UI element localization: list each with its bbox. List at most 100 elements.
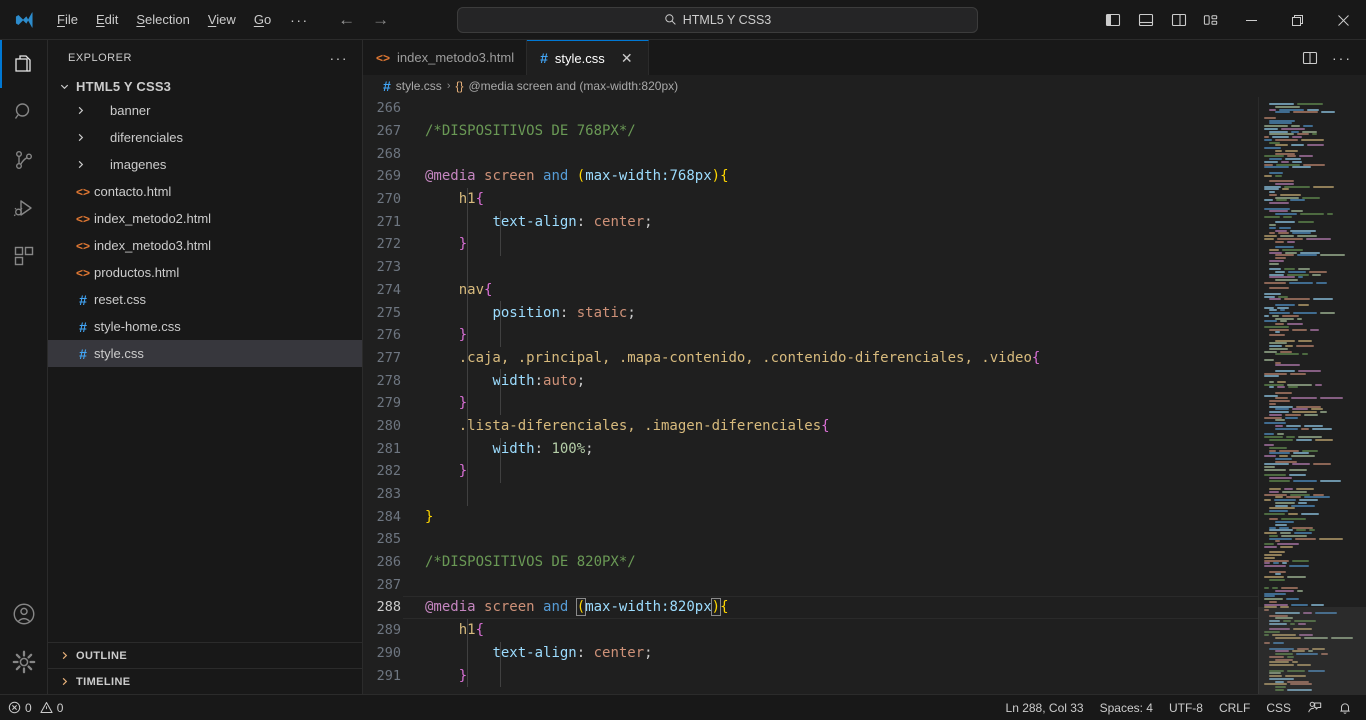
minimize-button[interactable] [1228,0,1274,40]
code-line[interactable]: 282 } [363,460,1258,483]
command-center-search[interactable]: HTML5 Y CSS3 [457,6,978,33]
code-editor[interactable]: 266 267 /*DISPOSITIVOS DE 768PX*/ 268 269 @me… [363,97,1258,694]
code-line[interactable]: 268 [363,142,1258,165]
minimap-line [1269,507,1295,510]
minimap-line [1269,309,1277,312]
tree-item-index-metodo3-html[interactable]: <> index_metodo3.html [48,232,362,259]
tree-item-style-home-css[interactable]: # style-home.css [48,313,362,340]
menu-go[interactable]: Go [245,8,280,31]
activity-manage-gear-icon[interactable] [0,638,48,686]
restore-button[interactable] [1274,0,1320,40]
menu-view[interactable]: View [199,8,245,31]
tree-item-imagenes[interactable]: imagenes [48,151,362,178]
code-line[interactable]: 287 [363,573,1258,596]
code-text: h1{ [459,191,485,208]
code-line[interactable]: 278 width:auto; [363,369,1258,392]
code-line[interactable]: 281 width: 100%; [363,437,1258,460]
minimap-line [1269,108,1276,111]
line-number: 266 [376,100,401,117]
tree-item-reset-css[interactable]: # reset.css [48,286,362,313]
minimap-line [1275,523,1287,526]
status-language-mode[interactable]: CSS [1258,697,1299,719]
status-eol[interactable]: CRLF [1211,697,1258,719]
activity-explorer[interactable] [0,40,48,88]
tree-item-index-metodo2-html[interactable]: <> index_metodo2.html [48,205,362,232]
line-number: 281 [376,440,401,457]
code-line[interactable]: 270 h1{ [363,188,1258,211]
tree-item-productos-html[interactable]: <> productos.html [48,259,362,286]
code-line[interactable]: 279 } [363,392,1258,415]
menu-selection[interactable]: Selection [127,8,198,31]
menu-file[interactable]: File [48,8,87,31]
code-line[interactable]: 267 /*DISPOSITIVOS DE 768PX*/ [363,120,1258,143]
status-indentation[interactable]: Spaces: 4 [1092,697,1161,719]
code-line[interactable]: 289 h1{ [363,619,1258,642]
code-line[interactable]: 284} [363,505,1258,528]
split-editor-icon[interactable] [1296,44,1324,72]
status-cursor-position[interactable]: Ln 288, Col 33 [998,697,1092,719]
line-number: 284 [376,508,401,525]
code-line[interactable]: 276 } [363,324,1258,347]
customize-layout-icon[interactable] [1195,3,1228,37]
breadcrumb-symbol[interactable]: @media screen and (max-width:820px) [469,79,679,93]
tab-style-css[interactable]: # style.css ✕ [527,40,649,75]
code-line[interactable]: 285 [363,528,1258,551]
code-line[interactable]: 272 } [363,233,1258,256]
status-feedback[interactable] [1299,697,1330,719]
status-notifications[interactable] [1330,697,1360,719]
code-line[interactable]: 266 [363,97,1258,120]
sidebar-more-actions[interactable]: ··· [324,50,355,66]
close-button[interactable] [1320,0,1366,40]
activity-source-control[interactable] [0,136,48,184]
minimap-line [1291,603,1308,606]
code-line[interactable]: 274 nav{ [363,279,1258,302]
minimap[interactable] [1258,97,1366,694]
code-line[interactable]: 291 } [363,664,1258,687]
minimap-slider[interactable] [1258,607,1366,694]
minimap-line [1281,587,1298,589]
code-text: } [458,667,468,684]
go-forward-button[interactable]: → [371,10,391,30]
minimap-line [1304,496,1330,499]
minimap-line [1275,460,1297,463]
code-line[interactable]: 275 position: static; [363,301,1258,324]
code-line[interactable]: 280 .lista-diferenciales, .imagen-difere… [363,415,1258,438]
menu-overflow-button[interactable]: ··· [280,10,319,30]
toggle-primary-sidebar-icon[interactable] [1096,3,1129,37]
sidebar-section-outline[interactable]: OUTLINE [48,642,362,668]
breadcrumb-file[interactable]: style.css [396,79,442,93]
activity-extensions[interactable] [0,232,48,280]
toggle-panel-icon[interactable] [1129,3,1162,37]
more-actions-icon[interactable]: ··· [1328,44,1356,72]
go-back-button[interactable]: ← [337,10,357,30]
code-line[interactable]: 290 text-align: center; [363,642,1258,665]
tree-item-contacto-html[interactable]: <> contacto.html [48,178,362,205]
tab-index-metodo3-html[interactable]: <> index_metodo3.html [363,40,528,75]
code-line[interactable]: 283 [363,483,1258,506]
code-line[interactable]: 273 [363,256,1258,279]
close-icon[interactable]: ✕ [618,49,636,67]
code-line[interactable]: 277 .caja, .principal, .mapa-contenido, … [363,347,1258,370]
editor-scrollbar[interactable] [1352,97,1366,694]
tree-item-style-css[interactable]: # style.css [48,340,362,367]
status-problems[interactable]: 0 0 [0,697,71,719]
code-line[interactable]: 288 @media screen and (max-width:820px){ [363,596,1258,619]
activity-run-and-debug[interactable] [0,184,48,232]
code-line[interactable]: 269 @media screen and (max-width:768px){ [363,165,1258,188]
minimap-line [1286,496,1301,499]
code-line[interactable]: 286 /*DISPOSITIVOS DE 820PX*/ [363,551,1258,574]
sidebar-section-timeline[interactable]: TIMELINE [48,668,362,694]
code-line[interactable]: 271 text-align: center; [363,210,1258,233]
toggle-secondary-sidebar-icon[interactable] [1162,3,1195,37]
tree-root-folder[interactable]: HTML5 Y CSS3 [48,75,362,97]
minimap-line [1269,400,1290,402]
code-text: width:auto; [492,372,586,389]
minimap-line [1291,397,1317,400]
activity-search[interactable] [0,88,48,136]
tree-item-diferenciales[interactable]: diferenciales [48,124,362,151]
activity-accounts[interactable] [0,590,48,638]
status-encoding[interactable]: UTF-8 [1161,697,1211,719]
tree-item-banner[interactable]: banner [48,97,362,124]
minimap-line [1269,452,1290,455]
menu-edit[interactable]: Edit [87,8,127,31]
